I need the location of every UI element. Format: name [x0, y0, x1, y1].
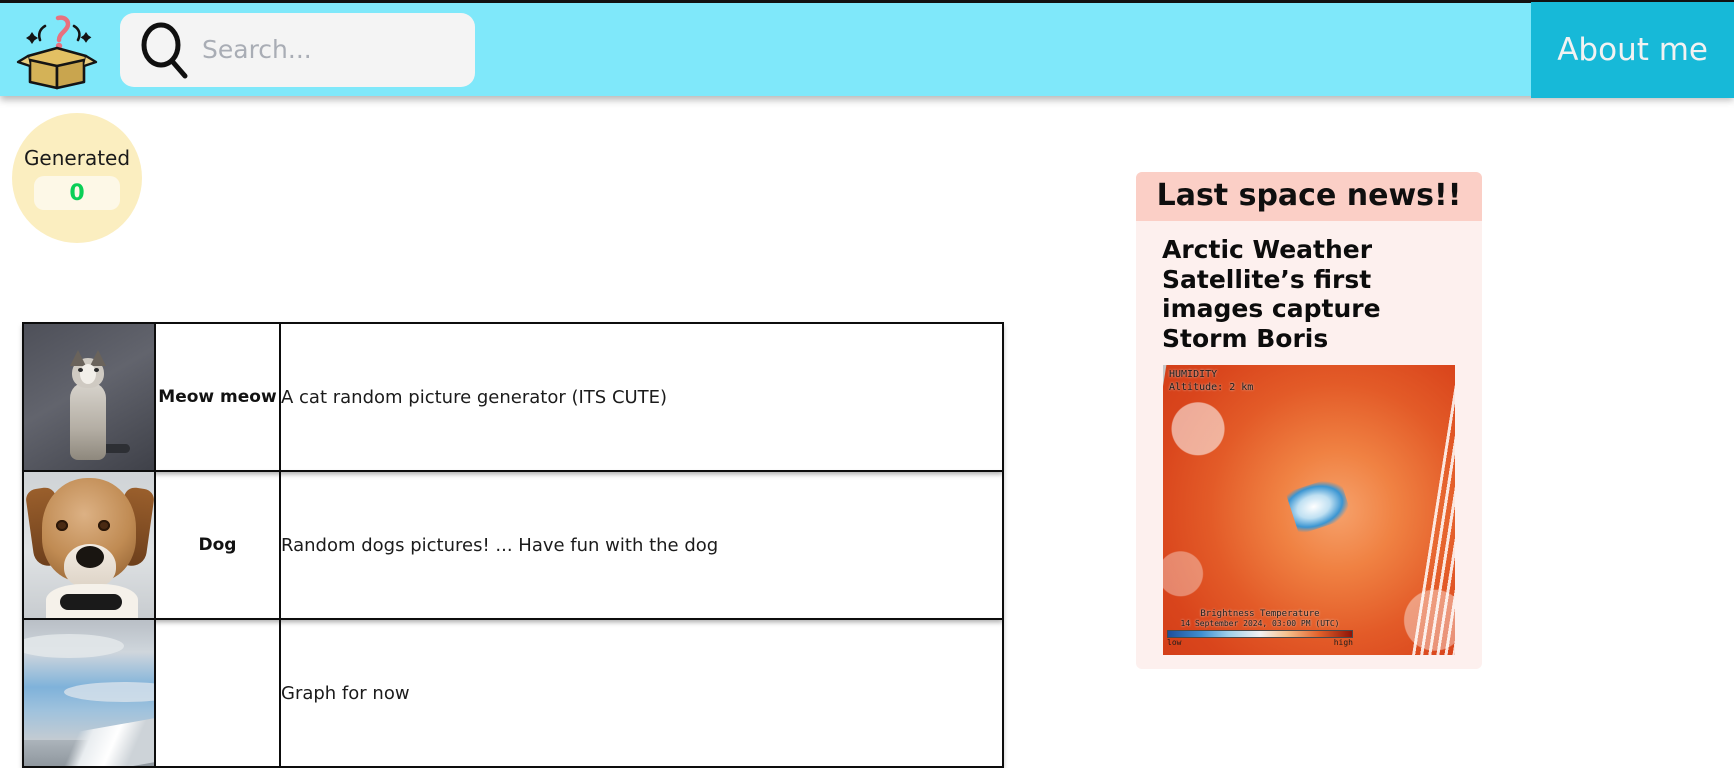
nav-item-about-me[interactable]: About me — [1531, 1, 1734, 98]
row-image-cell — [22, 470, 156, 620]
satellite-overlay-label: HUMIDITY Altitude: 2 km — [1169, 369, 1253, 394]
legend-low-label: low — [1167, 638, 1182, 647]
row-image-cell — [22, 618, 156, 768]
generators-table: Meow meow A cat random picture generator… — [22, 322, 1004, 768]
generated-counter-value: 0 — [69, 180, 85, 206]
row-name-cell — [154, 618, 281, 768]
news-card-header: Last space news!! — [1136, 172, 1482, 221]
row-name-cell: Meow meow — [154, 322, 281, 472]
legend-title: Brightness Temperature — [1200, 609, 1320, 619]
row-name: Dog — [198, 535, 237, 555]
space-news-card: Last space news!! Arctic Weather Satelli… — [1136, 172, 1482, 669]
row-description-cell: Random dogs pictures! ... Have fun with … — [279, 470, 1004, 620]
generated-counter-badge: Generated 0 — [12, 113, 142, 243]
row-description-cell: Graph for now — [279, 618, 1004, 768]
sky-thumbnail — [24, 620, 154, 766]
table-row[interactable]: Meow meow A cat random picture generator… — [22, 322, 1004, 472]
row-description-cell: A cat random picture generator (ITS CUTE… — [279, 322, 1004, 472]
generated-counter-value-box: 0 — [34, 176, 120, 210]
legend-date: 14 September 2024, 03:00 PM (UTC) — [1180, 619, 1340, 628]
legend-color-bar — [1167, 630, 1353, 638]
search-box[interactable] — [120, 12, 475, 87]
generated-counter-label: Generated — [23, 146, 131, 170]
table-row[interactable]: Graph for now — [22, 618, 1004, 768]
search-input[interactable] — [200, 34, 450, 65]
dog-thumbnail — [24, 472, 154, 618]
row-name: Meow meow — [158, 387, 277, 407]
legend-bar-labels: low high — [1167, 638, 1353, 647]
cat-thumbnail — [24, 324, 154, 470]
row-name-cell: Dog — [154, 470, 281, 620]
overlay-line-2: Altitude: 2 km — [1169, 381, 1254, 393]
row-image-cell — [22, 322, 156, 472]
row-description: A cat random picture generator (ITS CUTE… — [281, 386, 668, 408]
overlay-line-1: HUMIDITY — [1169, 369, 1218, 380]
satellite-image: HUMIDITY Altitude: 2 km Brightness Tempe… — [1163, 365, 1455, 655]
row-description: Graph for now — [281, 682, 410, 704]
table-row[interactable]: Dog Random dogs pictures! ... Have fun w… — [22, 470, 1004, 620]
nav-item-label: About me — [1557, 31, 1708, 68]
legend-high-label: high — [1333, 638, 1353, 647]
satellite-legend: Brightness Temperature 14 September 2024… — [1167, 609, 1353, 647]
search-icon — [138, 21, 190, 79]
row-description: Random dogs pictures! ... Have fun with … — [281, 534, 719, 556]
news-article-title[interactable]: Arctic Weather Satellite’s first images … — [1136, 221, 1482, 365]
mystery-box-icon[interactable] — [14, 10, 100, 90]
top-header-bar: About me — [0, 0, 1734, 98]
